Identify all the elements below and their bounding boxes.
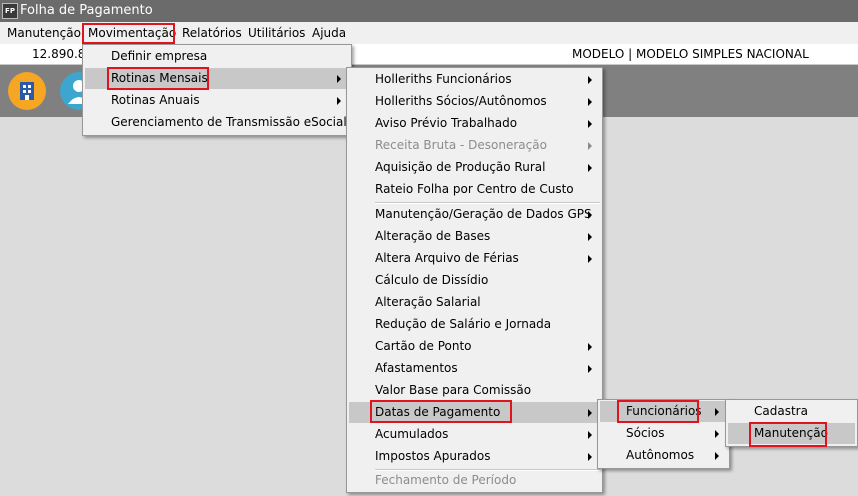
menu-item-label: Impostos Apurados xyxy=(375,449,491,463)
submenu-arrow-icon xyxy=(588,255,592,263)
menu-item-label: Manutenção/Geração de Dados GPS xyxy=(375,207,592,221)
menu-item-fechamento-periodo: Fechamento de Período xyxy=(349,470,600,491)
menu-item-label: Aviso Prévio Trabalhado xyxy=(375,116,518,130)
menu-item-rotinas-mensais[interactable]: Rotinas Mensais xyxy=(85,68,349,89)
submenu-arrow-icon xyxy=(715,430,719,438)
menu-item-label: Receita Bruta - Desoneração xyxy=(375,138,547,152)
menu-item-manutencao[interactable]: Manutenção xyxy=(728,423,855,444)
menu-manutencao[interactable]: Manutenção xyxy=(2,22,86,44)
submenu-arrow-icon xyxy=(588,431,592,439)
submenu-arrow-icon xyxy=(588,365,592,373)
submenu-arrow-icon xyxy=(715,452,719,460)
menu-item-cadastra[interactable]: Cadastra xyxy=(728,401,855,422)
menu-item-holleriths-socios[interactable]: Holleriths Sócios/Autônomos xyxy=(349,91,600,112)
menu-item-datas-pagamento[interactable]: Datas de Pagamento xyxy=(349,402,600,423)
menu-item-label: Cadastra xyxy=(754,404,808,418)
menu-utilitarios[interactable]: Utilitários xyxy=(243,22,310,44)
submenu-arrow-icon xyxy=(588,409,592,417)
menu-item-label: Autônomos xyxy=(626,448,695,462)
rotinas-mensais-menu: Holleriths Funcionários Holleriths Sócio… xyxy=(346,67,603,493)
menu-item-aviso-previo[interactable]: Aviso Prévio Trabalhado xyxy=(349,113,600,134)
menu-item-rateio-folha[interactable]: Rateio Folha por Centro de Custo xyxy=(349,179,600,200)
menu-item-label: Acumulados xyxy=(375,427,449,441)
submenu-arrow-icon xyxy=(337,75,341,83)
title-bar: FP Folha de Pagamento xyxy=(0,0,858,22)
menu-item-label: Sócios xyxy=(626,426,665,440)
menu-ajuda[interactable]: Ajuda xyxy=(307,22,351,44)
menu-item-label: Aquisição de Produção Rural xyxy=(375,160,546,174)
company-code: 12.890.8 xyxy=(32,47,86,61)
menu-item-calculo-dissidio[interactable]: Cálculo de Dissídio xyxy=(349,270,600,291)
submenu-arrow-icon xyxy=(588,211,592,219)
submenu-arrow-icon xyxy=(588,233,592,241)
app-icon: FP xyxy=(2,3,18,19)
menu-item-label: Datas de Pagamento xyxy=(375,405,501,419)
menu-item-alteracao-salarial[interactable]: Alteração Salarial xyxy=(349,292,600,313)
menu-item-label: Gerenciamento de Transmissão eSocial xyxy=(111,115,347,129)
submenu-arrow-icon xyxy=(715,408,719,416)
menu-item-definir-empresa[interactable]: Definir empresa xyxy=(85,46,349,67)
menu-item-label: Rateio Folha por Centro de Custo xyxy=(375,182,574,196)
company-model: MODELO | MODELO SIMPLES NACIONAL xyxy=(572,47,809,61)
submenu-arrow-icon xyxy=(337,97,341,105)
menu-item-label: Valor Base para Comissão xyxy=(375,383,532,397)
funcionarios-menu: Cadastra Manutenção xyxy=(725,399,858,447)
menu-relatorios[interactable]: Relatórios xyxy=(177,22,247,44)
menu-item-valor-base-comissao[interactable]: Valor Base para Comissão xyxy=(349,380,600,401)
submenu-arrow-icon xyxy=(588,453,592,461)
menu-item-reducao-salario[interactable]: Redução de Salário e Jornada xyxy=(349,314,600,335)
company-building-icon[interactable] xyxy=(8,72,46,110)
menu-item-holleriths-funcionarios[interactable]: Holleriths Funcionários xyxy=(349,69,600,90)
menu-item-label: Alteração Salarial xyxy=(375,295,481,309)
menu-item-cartao-ponto[interactable]: Cartão de Ponto xyxy=(349,336,600,357)
menu-item-label: Cálculo de Dissídio xyxy=(375,273,489,287)
menu-item-label: Holleriths Sócios/Autônomos xyxy=(375,94,547,108)
movimentacao-menu: Definir empresa Rotinas Mensais Rotinas … xyxy=(82,44,352,136)
menu-item-dados-gps[interactable]: Manutenção/Geração de Dados GPS xyxy=(349,204,600,225)
menu-item-label: Altera Arquivo de Férias xyxy=(375,251,519,265)
menu-item-socios[interactable]: Sócios xyxy=(600,423,727,444)
menu-item-label: Alteração de Bases xyxy=(375,229,491,243)
submenu-arrow-icon xyxy=(588,120,592,128)
datas-pagamento-menu: Funcionários Sócios Autônomos xyxy=(597,399,730,469)
menu-item-autonomos[interactable]: Autônomos xyxy=(600,445,727,466)
menu-item-aquisicao-producao-rural[interactable]: Aquisição de Produção Rural xyxy=(349,157,600,178)
menu-item-label: Holleriths Funcionários xyxy=(375,72,512,86)
menu-item-impostos-apurados[interactable]: Impostos Apurados xyxy=(349,446,600,467)
menu-item-label: Rotinas Mensais xyxy=(111,71,208,85)
submenu-arrow-icon xyxy=(588,98,592,106)
menu-item-label: Fechamento de Período xyxy=(375,473,517,487)
menu-movimentacao[interactable]: Movimentação xyxy=(83,22,181,44)
menu-item-label: Afastamentos xyxy=(375,361,458,375)
menu-item-label: Funcionários xyxy=(626,404,702,418)
menu-bar: Manutenção Movimentação Relatórios Utili… xyxy=(0,22,858,44)
menu-item-afastamentos[interactable]: Afastamentos xyxy=(349,358,600,379)
menu-item-acumulados[interactable]: Acumulados xyxy=(349,424,600,445)
menu-item-gerenciamento-esocial[interactable]: Gerenciamento de Transmissão eSocial xyxy=(85,112,349,133)
menu-item-receita-bruta: Receita Bruta - Desoneração xyxy=(349,135,600,156)
menu-item-rotinas-anuais[interactable]: Rotinas Anuais xyxy=(85,90,349,111)
submenu-arrow-icon xyxy=(588,76,592,84)
submenu-arrow-icon xyxy=(588,164,592,172)
window-title: Folha de Pagamento xyxy=(20,3,153,18)
menu-item-alteracao-bases[interactable]: Alteração de Bases xyxy=(349,226,600,247)
submenu-arrow-icon xyxy=(588,142,592,150)
menu-item-altera-arquivo-ferias[interactable]: Altera Arquivo de Férias xyxy=(349,248,600,269)
menu-item-label: Manutenção xyxy=(754,426,828,440)
menu-item-label: Cartão de Ponto xyxy=(375,339,472,353)
menu-item-label: Definir empresa xyxy=(111,49,208,63)
menu-item-label: Rotinas Anuais xyxy=(111,93,200,107)
menu-item-funcionarios[interactable]: Funcionários xyxy=(600,401,727,422)
menu-item-label: Redução de Salário e Jornada xyxy=(375,317,552,331)
submenu-arrow-icon xyxy=(588,343,592,351)
